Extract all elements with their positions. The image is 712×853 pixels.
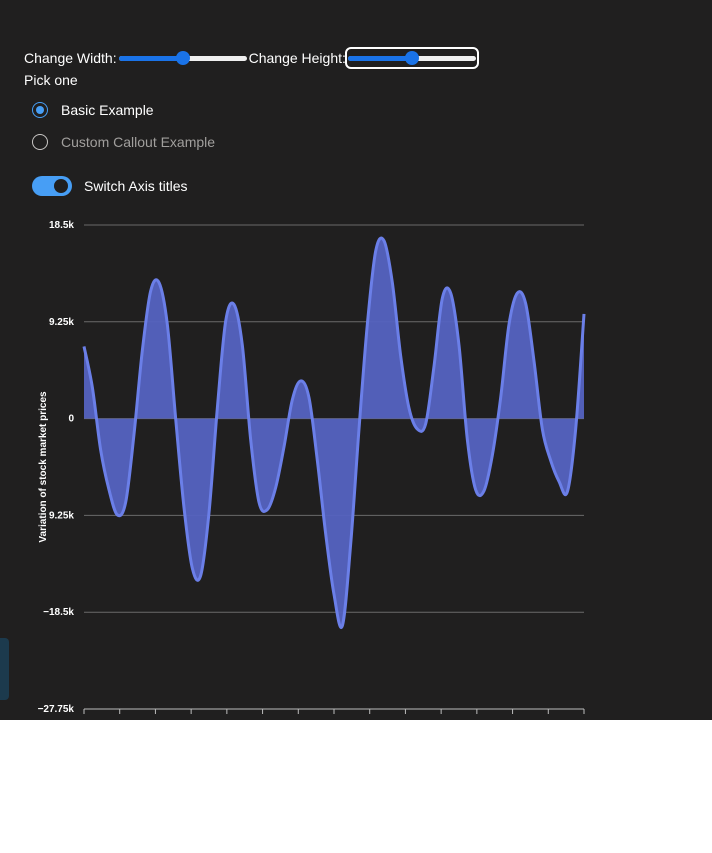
y-tick-label: −18.5k xyxy=(43,607,74,618)
x-axis xyxy=(83,708,585,714)
y-tick-label: 0 xyxy=(68,414,74,425)
y-tick-label: −27.75k xyxy=(38,704,75,715)
series-area[interactable] xyxy=(84,237,584,628)
y-tick-label: 18.5k xyxy=(49,220,74,231)
y-axis-title: Variation of stock market prices xyxy=(38,391,49,543)
y-tick-label: 9.25k xyxy=(49,317,74,328)
side-panel-tab[interactable] xyxy=(0,638,9,700)
app-root: Change Width: Change Height: Pick one Ba… xyxy=(0,0,712,720)
area-chart: 18.5k 9.25k 0 9.25k −18.5k −27.75k Variation … xyxy=(38,220,586,715)
y-tick-label: 9.25k xyxy=(49,510,74,521)
